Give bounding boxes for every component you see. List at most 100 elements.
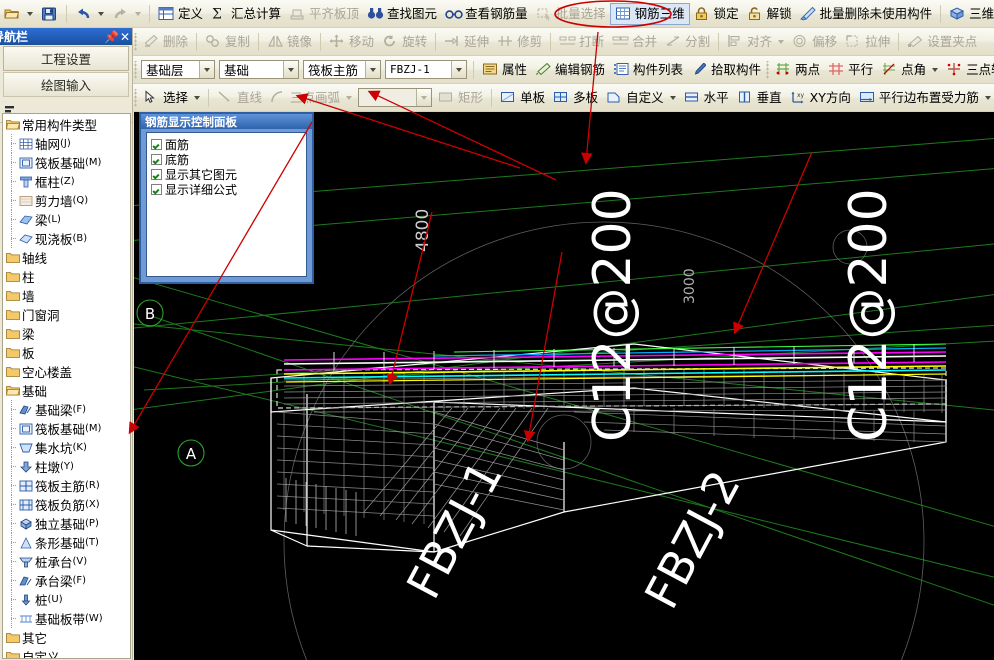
checkbox-bottom-rebar-box[interactable]	[151, 154, 162, 165]
batch-delete-unused-button[interactable]: 批量删除未使用构件	[796, 3, 937, 25]
checkbox-bottom-rebar[interactable]: 底筋	[151, 152, 306, 167]
tree-item-beam-group[interactable]: 梁	[3, 324, 130, 343]
tree-item-strip-foundation[interactable]: 条形基础 (T)	[3, 533, 130, 552]
view-rebar-qty-button[interactable]: 查看钢筋量	[441, 3, 532, 25]
tree-item-raft-foundation[interactable]: 筏板基础 (M)	[3, 419, 130, 438]
tree-item-pile[interactable]: 桩 (U)	[3, 590, 130, 609]
copy-button[interactable]: 复制	[201, 31, 254, 53]
multi-slab-button[interactable]: 多板	[549, 87, 602, 109]
tree-item-foundation-slab-band[interactable]: 基础板带 (W)	[3, 609, 130, 628]
rebar-3d-button[interactable]: 钢筋三维	[609, 2, 690, 25]
checkbox-show-detail-formula-box[interactable]	[151, 184, 162, 195]
set-grip-button[interactable]: 设置夹点	[903, 31, 981, 53]
move-button[interactable]: 移动	[325, 31, 378, 53]
batch-select-button[interactable]: 批量选择	[532, 3, 610, 25]
tree-item-pile-cap[interactable]: 桩承台 (V)	[3, 552, 130, 571]
chevron-down-icon[interactable]	[199, 61, 214, 78]
tree-item-common-member-types[interactable]: 常用构件类型	[3, 115, 130, 134]
split-button[interactable]: 分割	[661, 31, 714, 53]
component-list-button[interactable]: 构件列表	[609, 59, 687, 81]
checkbox-show-other-elements-box[interactable]	[151, 169, 162, 180]
unlock-button[interactable]: 解锁	[743, 3, 796, 25]
redo-button[interactable]	[108, 3, 145, 25]
tree-item-shear-wall[interactable]: 剪力墙 (Q)	[3, 191, 130, 210]
flat-slab-top-button[interactable]: 平齐板顶	[285, 3, 363, 25]
tree-item-frame-column[interactable]: 框柱 (Z)	[3, 172, 130, 191]
close-icon[interactable]: ✕	[118, 30, 132, 44]
chevron-down-icon[interactable]	[365, 61, 380, 78]
tree-item-slab-group[interactable]: 板	[3, 343, 130, 362]
offset-button[interactable]: 偏移	[788, 31, 841, 53]
undo-button[interactable]	[71, 3, 108, 25]
chevron-down-icon[interactable]	[416, 89, 432, 106]
view-3d-button[interactable]: 三维	[945, 3, 994, 25]
checkbox-show-other-elements[interactable]: 显示其它图元	[151, 167, 306, 182]
member-name-select[interactable]: FBZJ-1	[385, 60, 467, 79]
tree-item-axis-group[interactable]: 轴线	[3, 248, 130, 267]
select-tool-button[interactable]: 选择	[139, 87, 204, 109]
tree-item-foundation-beam[interactable]: 基础梁 (F)	[3, 400, 130, 419]
chevron-down-icon[interactable]	[283, 61, 298, 78]
tree-item-axis-net[interactable]: 轴网 (J)	[3, 134, 130, 153]
tree-item-cap-beam[interactable]: 承台梁 (F)	[3, 571, 130, 590]
member-type-select[interactable]: 筏板主筋	[303, 60, 381, 79]
align-button[interactable]: 对齐	[723, 31, 788, 53]
parallel-edge-main-rebar-button[interactable]: 平行边布置受力筋	[855, 87, 994, 109]
tree-item-foundation-group[interactable]: 基础	[3, 381, 130, 400]
line-tool-button[interactable]: 直线	[213, 87, 266, 109]
tree-item-beam[interactable]: 梁 (L)	[3, 210, 130, 229]
tree-item-wall-group[interactable]: 墙	[3, 286, 130, 305]
lock-button[interactable]: 锁定	[690, 3, 743, 25]
tree-item-other-group[interactable]: 其它	[3, 628, 130, 647]
two-point-axis-button[interactable]: 两点	[771, 59, 824, 81]
properties-button[interactable]: 属性	[478, 59, 531, 81]
rect-tool-button[interactable]: 矩形	[434, 87, 487, 109]
tree-item-raft-negative-rebar[interactable]: 筏板负筋 (X)	[3, 495, 130, 514]
draw-mode-combo[interactable]	[358, 88, 433, 107]
trim-button[interactable]: 修剪	[493, 31, 546, 53]
find-element-button[interactable]: 查找图元	[363, 3, 441, 25]
drawing-input-button[interactable]: 绘图输入	[3, 72, 129, 97]
summary-calc-button[interactable]: Σ 汇总计算	[207, 3, 285, 25]
three-point-axis-button[interactable]: 三点辅轴	[942, 59, 994, 81]
tree-item-hollow-floor-group[interactable]: 空心楼盖	[3, 362, 130, 381]
vertical-button[interactable]: 垂直	[733, 87, 786, 109]
parallel-axis-button[interactable]: 平行	[824, 59, 877, 81]
merge-button[interactable]: 合并	[608, 31, 661, 53]
horizontal-button[interactable]: 水平	[680, 87, 733, 109]
category-select[interactable]: 基础	[219, 60, 299, 79]
save-button[interactable]	[37, 3, 62, 25]
open-button[interactable]	[0, 3, 37, 25]
tree-item-custom-group[interactable]: 自定义	[3, 647, 130, 658]
tree-item-door-window-group[interactable]: 门窗洞	[3, 305, 130, 324]
delete-button[interactable]: 删除	[139, 31, 192, 53]
pin-icon[interactable]: 📌	[104, 30, 119, 44]
rebar-display-control-panel[interactable]: 钢筋显示控制面板 面筋 底筋 显示其它图元 显示详细公式	[139, 112, 314, 284]
checkbox-top-rebar-box[interactable]	[151, 139, 162, 150]
break-button[interactable]: 打断	[555, 31, 608, 53]
extend-button[interactable]: 延伸	[440, 31, 493, 53]
define-button[interactable]: 定义	[154, 3, 207, 25]
tree-item-raft-foundation-common[interactable]: 筏板基础 (M)	[3, 153, 130, 172]
tree-item-raft-main-rebar[interactable]: 筏板主筋 (R)	[3, 476, 130, 495]
tree-item-column-group[interactable]: 柱	[3, 267, 130, 286]
xy-direction-button[interactable]: xy XY方向	[786, 87, 855, 109]
checkbox-show-detail-formula[interactable]: 显示详细公式	[151, 182, 306, 197]
rotate-button[interactable]: 旋转	[378, 31, 431, 53]
chevron-down-icon[interactable]	[451, 61, 466, 78]
pick-component-button[interactable]: 拾取构件	[687, 59, 765, 81]
three-point-arc-button[interactable]: 三点画弧	[266, 87, 356, 109]
edit-rebar-button[interactable]: 编辑钢筋	[531, 59, 609, 81]
custom-slab-button[interactable]: 自定义	[602, 87, 680, 109]
tree-item-column-pier[interactable]: 柱墩 (Y)	[3, 457, 130, 476]
mirror-button[interactable]: 镜像	[263, 31, 316, 53]
component-tree[interactable]: 常用构件类型 轴网 (J) 筏板基础 (M) 框柱 (Z) 剪力墙 (Q) 梁 (L) 现浇板 (B) 轴…	[2, 113, 131, 659]
checkbox-top-rebar[interactable]: 面筋	[151, 137, 306, 152]
tree-item-independent-foundation[interactable]: 独立基础 (P)	[3, 514, 130, 533]
floor-select[interactable]: 基础层	[141, 60, 215, 79]
point-angle-axis-button[interactable]: 点角	[877, 59, 942, 81]
tree-item-sump-pit[interactable]: 集水坑 (K)	[3, 438, 130, 457]
single-slab-button[interactable]: 单板	[496, 87, 549, 109]
project-settings-button[interactable]: 工程设置	[3, 46, 129, 71]
stretch-button[interactable]: 拉伸	[841, 31, 894, 53]
